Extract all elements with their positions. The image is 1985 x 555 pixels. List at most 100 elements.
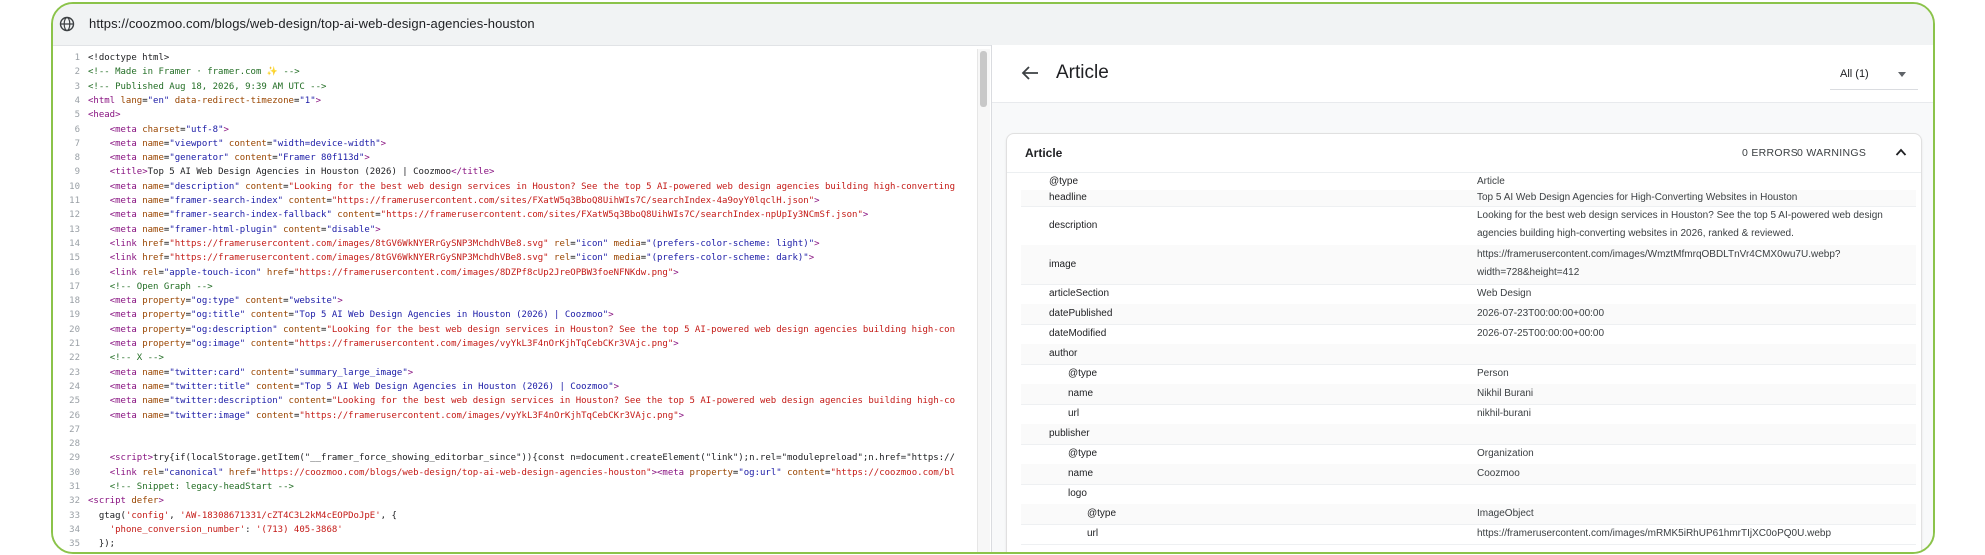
line-content: <script defer>: [88, 496, 164, 507]
line-content: <title>Top 5 AI Web Design Agencies in H…: [109, 167, 495, 178]
line-number: 10: [69, 181, 80, 192]
property-row: author: [1021, 344, 1916, 365]
address-bar[interactable]: https://coozmoo.com/blogs/web-design/top…: [53, 4, 1933, 46]
chevron-up-icon[interactable]: [1895, 147, 1907, 157]
property-row: name Nikhil Burani: [1021, 384, 1916, 405]
code-line: 13 <meta name="framer-html-plugin" conte…: [53, 223, 991, 237]
line-number: 21: [69, 339, 80, 349]
panel-title: Article: [1056, 62, 1109, 83]
line-number: 11: [69, 196, 80, 206]
line-number: 29: [69, 453, 80, 464]
code-line: 6 <meta charset="utf-8">: [53, 123, 991, 137]
property-value: Organization: [1477, 448, 1534, 459]
code-line: 33 gtag('config', 'AW-18308671331/cZT4C3…: [53, 509, 991, 523]
line-number: 6: [74, 124, 80, 135]
property-value: Nikhil Burani: [1477, 388, 1534, 399]
line-number: 7: [74, 138, 80, 149]
property-row: articleSection Web Design: [1021, 284, 1916, 305]
line-content: <!-- Published Aug 18, 2026, 9:39 AM UTC…: [88, 81, 327, 92]
property-row: logo: [1021, 484, 1916, 505]
source-code-view[interactable]: 1 <!doctype html> 2 <!-- Made in Framer · f…: [53, 49, 991, 552]
code-line: 1 <!doctype html>: [53, 51, 991, 65]
property-value: nikhil-burani: [1477, 408, 1531, 419]
code-line: 24 <meta name="twitter:title" content="T…: [53, 380, 991, 394]
line-number: 28: [69, 439, 80, 450]
line-number: 4: [74, 95, 80, 106]
item-filter-dropdown[interactable]: All (1): [1830, 59, 1918, 90]
caret-down-icon: [1898, 72, 1906, 77]
property-key: logo: [1068, 488, 1087, 499]
property-key: @type: [1068, 368, 1098, 379]
line-number: 15: [69, 253, 80, 264]
line-number: 3: [74, 81, 80, 92]
line-content: <link href="https://framerusercontent.co…: [109, 253, 815, 264]
property-key: dateModified: [1049, 328, 1107, 339]
line-content: <meta property="og:description" content=…: [109, 324, 956, 335]
filter-label: All (1): [1840, 68, 1869, 80]
code-scrollbar-thumb[interactable]: [980, 51, 987, 107]
line-content: <meta name="framer-search-index-fallback…: [109, 210, 869, 221]
property-key: description: [1049, 220, 1098, 231]
line-content: <meta property="og:image" content="https…: [109, 339, 679, 349]
line-content: <meta name="description" content="Lookin…: [109, 181, 956, 192]
code-line: 5 <head>: [53, 108, 991, 122]
line-content: <script>try{if(localStorage.getItem("__f…: [109, 453, 955, 464]
code-line: 23 <meta name="twitter:card" content="su…: [53, 366, 991, 380]
line-content: <meta name="twitter:card" content="summa…: [109, 367, 414, 378]
line-content: <link href="https://framerusercontent.co…: [109, 238, 820, 249]
property-value: Web Design: [1477, 288, 1532, 299]
line-content: <!-- Made in Framer · framer.com ✨ -->: [88, 67, 300, 78]
property-row: url https://framerusercontent.com/images/…: [1021, 524, 1916, 545]
code-line: 21 <meta property="og:image" content="ht…: [53, 337, 991, 351]
line-number: 5: [74, 110, 80, 121]
line-content: <meta name="twitter:title" content="Top …: [109, 381, 620, 392]
property-row: name Coozmoo: [1021, 464, 1916, 485]
line-content: });: [98, 539, 116, 550]
code-line: 28: [53, 437, 991, 451]
line-content: 'phone_conversion_number': '(713) 405-38…: [109, 524, 343, 535]
code-line: 17 <!-- Open Graph -->: [53, 280, 991, 294]
line-number: 35: [69, 539, 80, 550]
property-key: url: [1087, 528, 1099, 539]
code-line: 11 <meta name="framer-search-index" cont…: [53, 194, 991, 208]
line-content: <meta name="twitter:image" content="http…: [109, 410, 685, 421]
line-content: gtag('config', 'AW-18308671331/cZT4C3L2k…: [98, 510, 397, 521]
line-content: <meta property="og:title" content="Top 5…: [109, 310, 614, 321]
property-key: headline: [1049, 192, 1087, 203]
line-number: 26: [69, 410, 80, 421]
code-line: 29 <script>try{if(localStorage.getItem("…: [53, 451, 991, 465]
line-content: <meta name="twitter:description" content…: [109, 396, 956, 407]
line-content: <meta property="og:type" content="websit…: [109, 296, 343, 307]
line-number: 18: [69, 296, 80, 307]
code-scrollbar[interactable]: [977, 49, 990, 552]
warning-count: 0 WARNINGS: [1797, 147, 1867, 159]
code-line: 34 'phone_conversion_number': '(713) 405…: [53, 523, 991, 537]
property-value: https://framerusercontent.com/images/mRM…: [1477, 528, 1832, 539]
line-content: <!-- Snippet: legacy-headStart -->: [109, 482, 294, 492]
property-key: publisher: [1049, 428, 1090, 439]
code-line: 14 <link href="https://framerusercontent…: [53, 237, 991, 251]
line-content: <meta charset="utf-8">: [109, 124, 229, 135]
line-number: 16: [69, 267, 80, 278]
code-line: 7 <meta name="viewport" content="width=d…: [53, 137, 991, 151]
code-line: 8 <meta name="generator" content="Framer…: [53, 151, 991, 165]
code-line: 27: [53, 423, 991, 437]
property-value: Top 5 AI Web Design Agencies for High-Co…: [1477, 192, 1798, 203]
code-line: 26 <meta name="twitter:image" content="h…: [53, 409, 991, 423]
code-line: 35 });: [53, 537, 991, 551]
property-value: Coozmoo: [1477, 468, 1520, 479]
property-row: dateModified 2026-07-25T00:00:00+00:00: [1021, 324, 1916, 345]
line-content: <!doctype html>: [88, 53, 170, 63]
url-text[interactable]: https://coozmoo.com/blogs/web-design/top…: [89, 16, 535, 31]
line-number: 14: [69, 238, 80, 249]
structured-data-panel: Article All (1) Article 0 ERRORS 0 WARNI…: [992, 45, 1933, 552]
property-key: @type: [1049, 176, 1079, 187]
arrow-left-icon[interactable]: [1020, 65, 1040, 81]
line-number: 24: [69, 381, 80, 392]
line-content: <meta name="generator" content="Framer 8…: [109, 153, 370, 164]
line-content: <meta name="framer-search-index" content…: [109, 196, 820, 206]
property-value: Looking for the best web design services…: [1477, 210, 1883, 239]
property-key: name: [1068, 388, 1094, 399]
browser-frame: https://coozmoo.com/blogs/web-design/top…: [51, 2, 1935, 554]
card-header[interactable]: Article 0 ERRORS 0 WARNINGS: [1007, 134, 1921, 173]
